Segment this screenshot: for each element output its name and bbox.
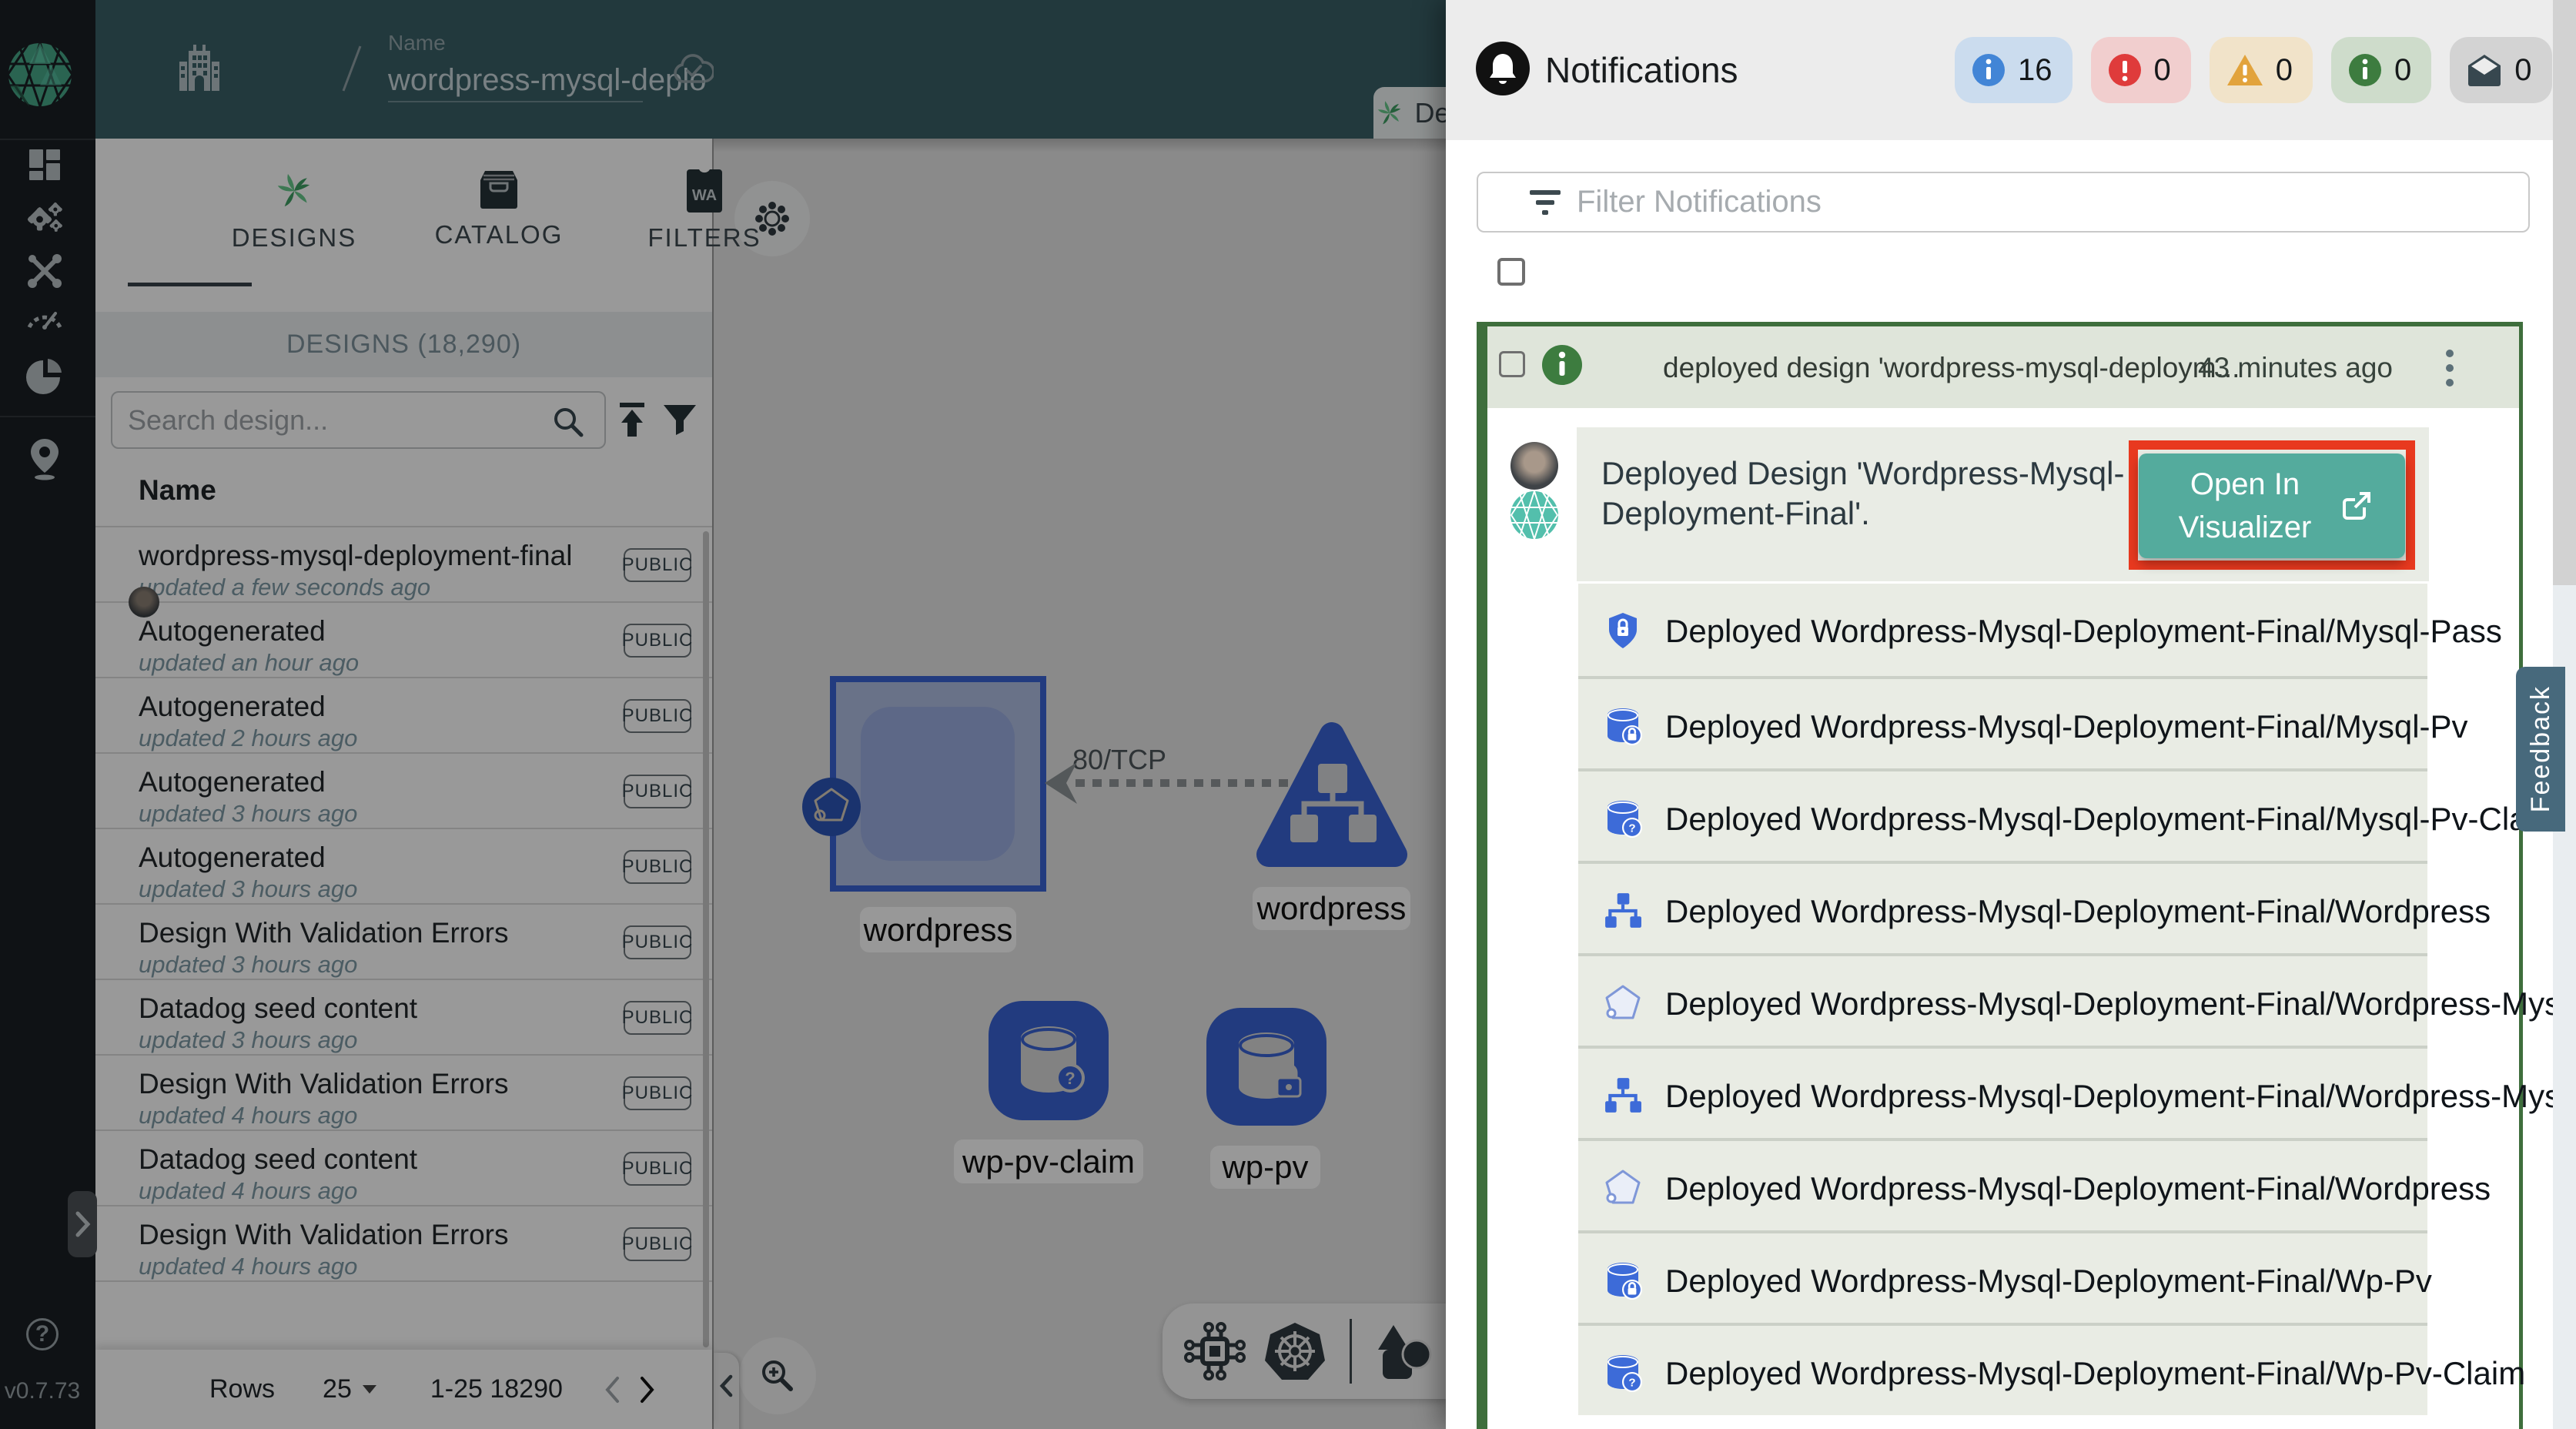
warning-icon — [2226, 53, 2263, 87]
select-all-checkbox[interactable] — [1497, 258, 1525, 286]
badge-success[interactable]: 0 — [2331, 37, 2431, 103]
notification-item-text: Deployed Wordpress-Mysql-Deployment-Fina… — [1665, 1170, 2491, 1207]
notification-item-text: Deployed Wordpress-Mysql-Deployment-Fina… — [1665, 893, 2491, 930]
error-icon — [2108, 53, 2142, 87]
notification-card-header[interactable]: deployed design 'wordpress-mysql-deploym… — [1487, 326, 2519, 408]
badge-info[interactable]: 16 — [1955, 37, 2073, 103]
info-icon — [1972, 53, 2006, 87]
notification-item-text: Deployed Wordpress-Mysql-Deployment-Fina… — [1665, 986, 2576, 1022]
user-avatar[interactable] — [1510, 442, 1558, 490]
badge-error-count: 0 — [2154, 53, 2171, 88]
notification-filter — [1477, 172, 2530, 233]
notification-checkbox[interactable] — [1499, 351, 1525, 377]
secret-icon — [1604, 611, 1642, 650]
notification-item[interactable]: Deployed Wordpress-Mysql-Deployment-Fina… — [1578, 584, 2427, 676]
feedback-tab[interactable]: Feedback — [2516, 667, 2565, 832]
notification-item-text: Deployed Wordpress-Mysql-Deployment-Fina… — [1665, 1355, 2525, 1392]
persistent-volume-icon — [1604, 1261, 1642, 1300]
open-in-visualizer-label: Open In Visualizer — [2172, 463, 2318, 549]
external-link-icon — [2341, 490, 2372, 521]
deployment-icon — [1604, 984, 1642, 1022]
badge-read-count: 0 — [2514, 53, 2531, 88]
notification-time: 43 minutes ago — [2198, 352, 2393, 384]
notification-item-text: Deployed Wordpress-Mysql-Deployment-Fina… — [1665, 1078, 2576, 1115]
notification-card: deployed design 'wordpress-mysql-deploym… — [1477, 322, 2523, 1429]
envelope-open-icon — [2467, 53, 2502, 87]
page-scrollbar-thumb[interactable] — [2553, 0, 2576, 585]
kebab-menu-icon[interactable] — [2444, 348, 2455, 388]
notification-filter-input[interactable] — [1577, 173, 2501, 231]
notification-item-text: Deployed Wordpress-Mysql-Deployment-Fina… — [1665, 801, 2561, 838]
badge-read[interactable]: 0 — [2450, 37, 2551, 103]
notification-item-text: Deployed Wordpress-Mysql-Deployment-Fina… — [1665, 708, 2468, 745]
badge-info-count: 16 — [2018, 53, 2052, 88]
badge-success-count: 0 — [2394, 53, 2411, 88]
notification-summary: deployed design 'wordpress-mysql-deploym… — [1663, 352, 2240, 384]
filter-list-icon — [1529, 189, 1561, 218]
notification-item[interactable]: Deployed Wordpress-Mysql-Deployment-Fina… — [1578, 953, 2427, 1046]
service-icon — [1604, 1076, 1642, 1115]
badge-error[interactable]: 0 — [2091, 37, 2191, 103]
notification-item[interactable]: Deployed Wordpress-Mysql-Deployment-Fina… — [1578, 861, 2427, 953]
notification-badges: 16 0 0 0 0 — [1955, 37, 2552, 103]
open-in-visualizer-button[interactable]: Open In Visualizer — [2139, 453, 2405, 558]
persistent-volume-claim-icon — [1604, 799, 1642, 838]
notification-item-text: Deployed Wordpress-Mysql-Deployment-Fina… — [1665, 1263, 2432, 1300]
notifications-title: Notifications — [1545, 49, 1738, 91]
notification-items: Deployed Wordpress-Mysql-Deployment-Fina… — [1578, 584, 2427, 1415]
notification-item[interactable]: Deployed Wordpress-Mysql-Deployment-Fina… — [1578, 1046, 2427, 1138]
notification-item[interactable]: Deployed Wordpress-Mysql-Deployment-Fina… — [1578, 676, 2427, 768]
modal-dim-overlay[interactable] — [0, 0, 1446, 1429]
badge-warning[interactable]: 0 — [2210, 37, 2313, 103]
deployment-icon — [1604, 1169, 1642, 1207]
bell-icon — [1476, 42, 1530, 95]
notification-item[interactable]: Deployed Wordpress-Mysql-Deployment-Fina… — [1578, 1138, 2427, 1230]
service-icon — [1604, 892, 1642, 930]
notification-item[interactable]: Deployed Wordpress-Mysql-Deployment-Fina… — [1578, 768, 2427, 861]
notification-item[interactable]: Deployed Wordpress-Mysql-Deployment-Fina… — [1578, 1323, 2427, 1415]
badge-warning-count: 0 — [2276, 53, 2293, 88]
notification-item-text: Deployed Wordpress-Mysql-Deployment-Fina… — [1665, 613, 2502, 650]
notification-center-drawer: Notifications 16 0 0 0 — [1446, 0, 2553, 1429]
persistent-volume-claim-icon — [1604, 1354, 1642, 1392]
notification-item[interactable]: Deployed Wordpress-Mysql-Deployment-Fina… — [1578, 1230, 2427, 1323]
meshery-avatar — [1510, 491, 1558, 539]
success-icon — [2348, 53, 2382, 87]
persistent-volume-icon — [1604, 707, 1642, 745]
notification-info-icon — [1541, 344, 1583, 386]
feedback-label: Feedback — [2526, 685, 2556, 812]
